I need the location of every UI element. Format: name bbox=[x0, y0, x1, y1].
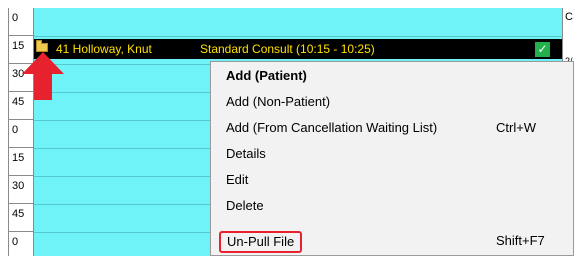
slot-divider bbox=[34, 36, 562, 37]
context-menu: Add (Patient) Add (Non-Patient) Add (Fro… bbox=[210, 61, 574, 256]
menu-item-label: Add (Non-Patient) bbox=[226, 94, 331, 109]
menu-item-label: Un-Pull File bbox=[219, 231, 303, 253]
menu-item-label: Edit bbox=[226, 172, 249, 187]
menu-item-shortcut: Ctrl+W bbox=[496, 120, 537, 135]
time-label: 0 bbox=[9, 8, 34, 36]
time-label: 0 bbox=[9, 120, 34, 148]
left-margin bbox=[0, 8, 8, 256]
appointment-book: 0 15 30 45 0 15 30 45 0 41 Holloway, Knu… bbox=[0, 0, 574, 256]
folder-icon bbox=[36, 40, 48, 52]
menu-item-add-non-patient[interactable]: Add (Non-Patient) bbox=[211, 89, 573, 115]
menu-item-label: Add (Patient) bbox=[226, 68, 307, 83]
menu-item-delete[interactable]: Delete bbox=[211, 193, 573, 219]
menu-item-add-from-cancellation-list[interactable]: Add (From Cancellation Waiting List) Ctr… bbox=[211, 115, 573, 141]
column-header-fragment: C bbox=[565, 11, 573, 23]
time-label: 30 bbox=[9, 176, 34, 204]
appointment-patient: 41 Holloway, Knut bbox=[56, 42, 152, 56]
menu-item-shortcut: Shift+F7 bbox=[496, 233, 545, 248]
appointment-consult: Standard Consult (10:15 - 10:25) bbox=[200, 42, 375, 56]
checkmark-icon: ✓ bbox=[535, 42, 550, 57]
appointment-block[interactable]: 41 Holloway, Knut Standard Consult (10:1… bbox=[34, 39, 562, 59]
annotation-arrow-icon bbox=[22, 52, 64, 100]
menu-item-label: Details bbox=[226, 146, 266, 161]
time-label: 45 bbox=[9, 204, 34, 232]
menu-item-add-patient[interactable]: Add (Patient) bbox=[211, 63, 573, 89]
menu-item-edit[interactable]: Edit bbox=[211, 167, 573, 193]
time-column: 0 15 30 45 0 15 30 45 0 bbox=[8, 8, 34, 256]
menu-item-details[interactable]: Details bbox=[211, 141, 573, 167]
menu-item-label: Delete bbox=[226, 198, 264, 213]
time-label: 0 bbox=[9, 232, 34, 256]
menu-item-un-pull-file[interactable]: Un-Pull File Shift+F7 bbox=[211, 228, 573, 254]
menu-item-label: Add (From Cancellation Waiting List) bbox=[226, 120, 438, 135]
top-border bbox=[0, 0, 574, 8]
time-label: 15 bbox=[9, 148, 34, 176]
